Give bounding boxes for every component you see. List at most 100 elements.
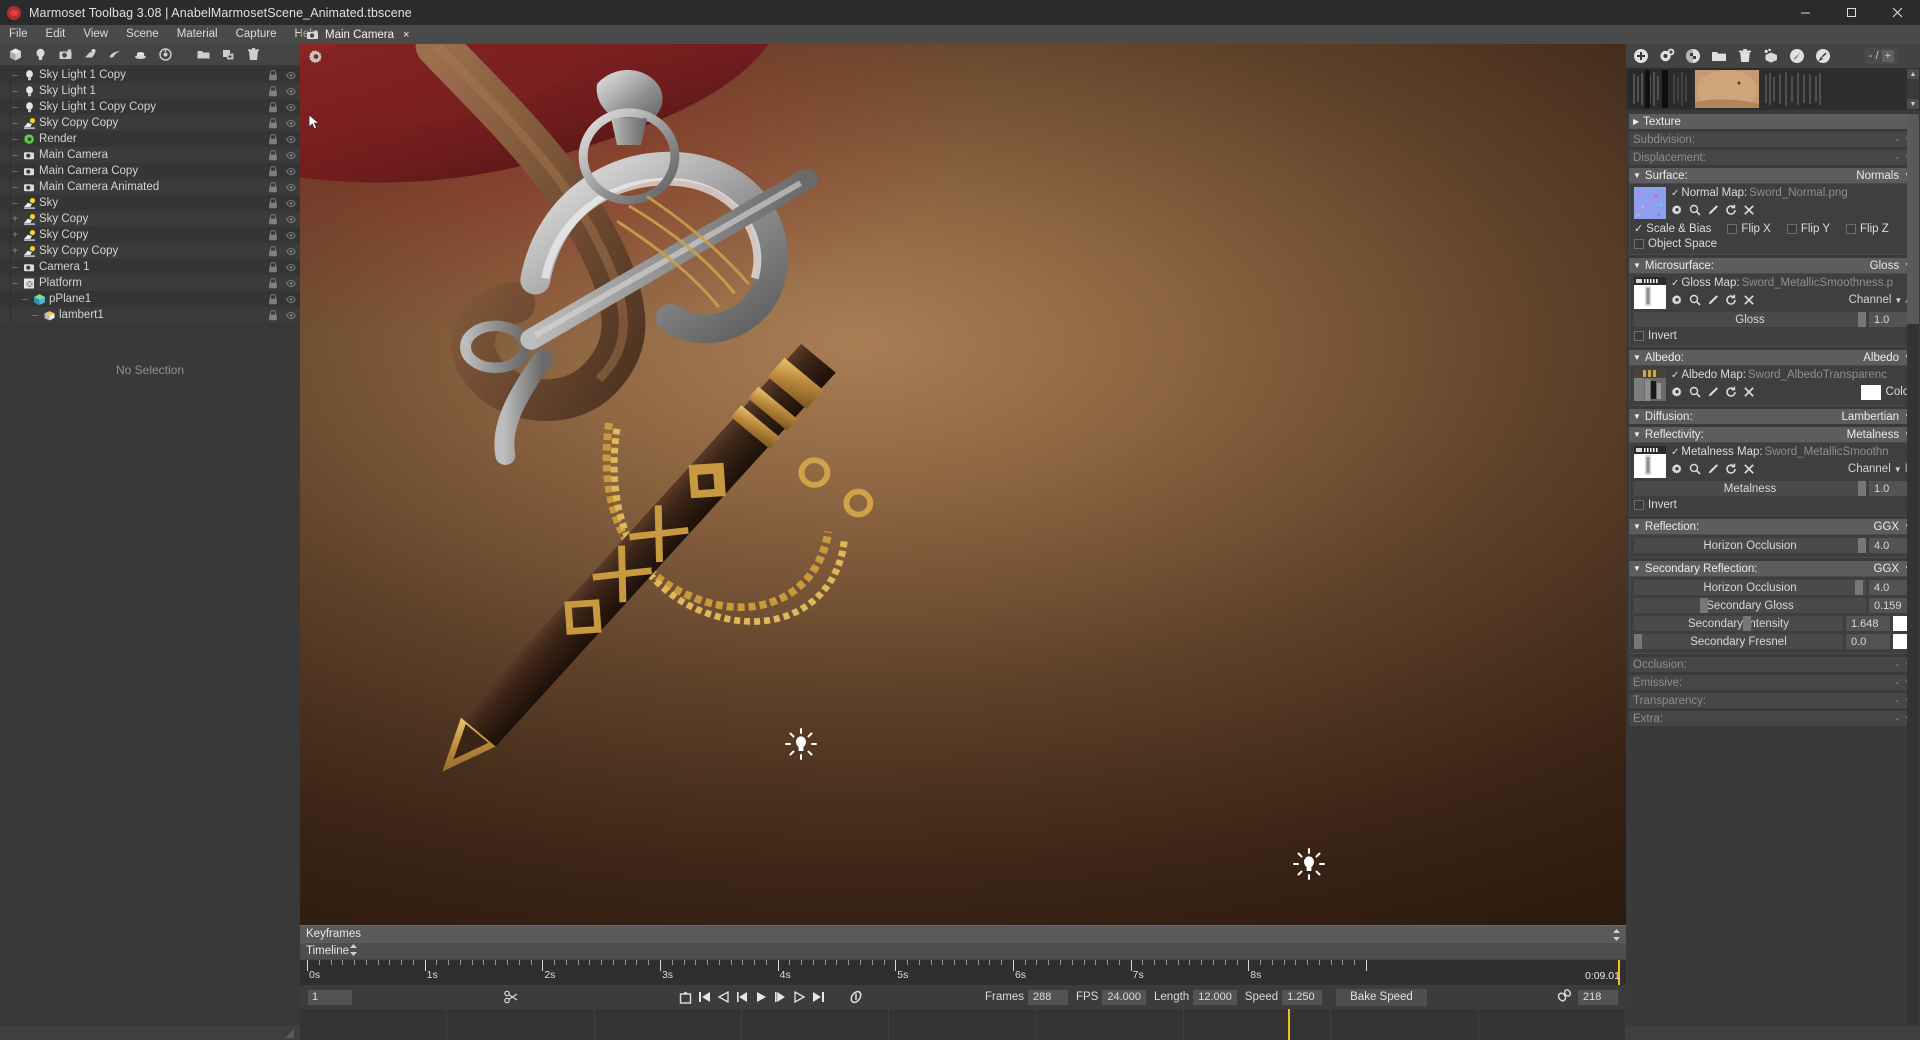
length-value[interactable]: 12.000 bbox=[1193, 989, 1237, 1005]
minimize-button[interactable] bbox=[1782, 0, 1828, 25]
refresh-icon[interactable] bbox=[1725, 294, 1737, 306]
secondary-slider-value[interactable]: 1.648 bbox=[1846, 616, 1890, 631]
close-icon[interactable] bbox=[1743, 386, 1755, 398]
track-lane[interactable] bbox=[447, 1009, 595, 1040]
secondary-slider-knob[interactable] bbox=[1855, 580, 1864, 595]
scene-tree-row[interactable]: + Sky Copy Copy bbox=[0, 243, 300, 259]
material-properties[interactable]: ▶ Texture Subdivision: - ▼ Displacem bbox=[1626, 110, 1920, 1026]
metalness-map-thumbnail[interactable] bbox=[1634, 446, 1666, 478]
next-keyframe-icon[interactable] bbox=[790, 987, 809, 1007]
scissors-icon[interactable] bbox=[502, 987, 521, 1007]
secondary-slider[interactable]: Horizon Occlusion bbox=[1634, 580, 1866, 595]
skip-to-start-icon[interactable] bbox=[695, 987, 714, 1007]
secondary-slider-knob[interactable] bbox=[1634, 634, 1643, 649]
menu-file[interactable]: File bbox=[0, 25, 37, 44]
section-header-subdivision[interactable]: Subdivision: - ▼ bbox=[1629, 132, 1918, 147]
scene-tree-row[interactable]: + Sky Copy bbox=[0, 227, 300, 243]
eye-icon[interactable] bbox=[286, 278, 296, 289]
lock-icon[interactable] bbox=[268, 309, 278, 321]
magnifier-icon[interactable] bbox=[1689, 386, 1701, 398]
menu-capture[interactable]: Capture bbox=[227, 25, 286, 44]
keyframes-header[interactable]: Keyframes bbox=[300, 925, 1626, 942]
horizon-occlusion-knob[interactable] bbox=[1858, 538, 1866, 553]
animation-tracks[interactable] bbox=[300, 1009, 1626, 1040]
lock-icon[interactable] bbox=[268, 69, 278, 81]
assign-material-icon[interactable] bbox=[1762, 48, 1779, 65]
material-thumbnail-3[interactable] bbox=[1762, 70, 1826, 108]
metalness-invert-checkbox[interactable]: Invert bbox=[1634, 499, 1677, 511]
add-render-icon[interactable] bbox=[154, 45, 177, 64]
lock-icon[interactable] bbox=[268, 197, 278, 209]
secondary-slider[interactable]: Secondary Gloss bbox=[1634, 598, 1866, 613]
material-thumbnail-2[interactable] bbox=[1695, 70, 1759, 108]
scene-tree-row[interactable]: – Sky Copy Copy bbox=[0, 115, 300, 131]
checker-icon[interactable] bbox=[1684, 48, 1701, 65]
material-strip-scrollbar[interactable]: ▲ ▼ bbox=[1907, 69, 1919, 109]
eye-icon[interactable] bbox=[286, 118, 296, 129]
material-thumbnail-strip[interactable]: ▲ ▼ bbox=[1626, 68, 1920, 110]
eye-icon[interactable] bbox=[286, 310, 296, 321]
gloss-invert-checkbox[interactable]: Invert bbox=[1634, 330, 1677, 342]
track-lane[interactable] bbox=[1331, 1009, 1479, 1040]
timeline-ruler[interactable]: 0s 1s 2s 3s 4s 5s 6s 7s 8s 0:09.01 bbox=[300, 959, 1626, 985]
eye-icon[interactable] bbox=[286, 198, 296, 209]
albedo-color-swatch[interactable] bbox=[1860, 384, 1881, 400]
eye-icon[interactable] bbox=[286, 70, 296, 81]
track-lane[interactable] bbox=[742, 1009, 890, 1040]
lock-icon[interactable] bbox=[268, 165, 278, 177]
magnifier-icon[interactable] bbox=[1689, 294, 1701, 306]
timeline-expand-icon[interactable] bbox=[349, 943, 358, 960]
viewport-settings-gear-icon[interactable] bbox=[308, 49, 324, 65]
metalness-slider-knob[interactable] bbox=[1858, 481, 1866, 496]
add-camera-icon[interactable] bbox=[54, 45, 77, 64]
secondary-slider-knob[interactable] bbox=[1699, 598, 1708, 613]
material-counter-plus[interactable]: + bbox=[1881, 50, 1894, 62]
lock-icon[interactable] bbox=[268, 245, 278, 257]
metalness-channel-selector[interactable]: Channel ▼ R bbox=[1848, 463, 1913, 475]
scene-tree-row[interactable]: – Sky Light 1 Copy bbox=[0, 67, 300, 83]
scrollbar-thumb[interactable] bbox=[1907, 114, 1919, 324]
material-thumbnail-1[interactable] bbox=[1628, 70, 1692, 108]
pencil-icon[interactable] bbox=[1707, 386, 1719, 398]
current-frame-input[interactable] bbox=[308, 989, 352, 1005]
section-header-reflectivity[interactable]: ▼ Reflectivity: Metalness ▼ bbox=[1629, 427, 1918, 442]
section-header-secondary-reflection[interactable]: ▼ Secondary Reflection: GGX ▼ bbox=[1629, 561, 1918, 576]
lock-icon[interactable] bbox=[268, 117, 278, 129]
gear-icon[interactable] bbox=[1671, 386, 1683, 398]
pencil-icon[interactable] bbox=[1707, 294, 1719, 306]
link-icon[interactable] bbox=[1557, 989, 1572, 1005]
track-lane[interactable] bbox=[300, 1009, 448, 1040]
lock-icon[interactable] bbox=[268, 229, 278, 241]
add-sky-icon[interactable] bbox=[79, 45, 102, 64]
close-button[interactable] bbox=[1874, 0, 1920, 25]
play-icon[interactable] bbox=[752, 987, 771, 1007]
section-header-texture[interactable]: ▶ Texture bbox=[1629, 114, 1918, 129]
section-header-microsurface[interactable]: ▼ Microsurface: Gloss ▼ bbox=[1629, 258, 1918, 273]
trash-icon[interactable] bbox=[1736, 48, 1753, 65]
lock-icon[interactable] bbox=[268, 133, 278, 145]
lock-icon[interactable] bbox=[268, 277, 278, 289]
track-lane[interactable] bbox=[595, 1009, 742, 1040]
lock-icon[interactable] bbox=[268, 181, 278, 193]
gear-icon[interactable] bbox=[1671, 204, 1683, 216]
pencil-icon[interactable] bbox=[1707, 204, 1719, 216]
gear-icon[interactable] bbox=[1671, 294, 1683, 306]
scene-tree-row[interactable]: – lambert1 bbox=[0, 307, 300, 323]
refresh-icon[interactable] bbox=[1725, 463, 1737, 475]
scene-tree-row[interactable]: – Sky bbox=[0, 195, 300, 211]
secondary-slider[interactable]: Secondary Intensity bbox=[1634, 616, 1843, 631]
eye-icon[interactable] bbox=[286, 150, 296, 161]
eye-icon[interactable] bbox=[286, 230, 296, 241]
eye-icon[interactable] bbox=[286, 214, 296, 225]
section-header-displacement[interactable]: Displacement: - ▼ bbox=[1629, 150, 1918, 165]
eye-icon[interactable] bbox=[286, 246, 296, 257]
secondary-slider-value[interactable]: 0.0 bbox=[1846, 634, 1890, 649]
object-space-checkbox[interactable]: Object Space bbox=[1634, 238, 1717, 250]
gloss-channel-selector[interactable]: Channel ▼ A bbox=[1849, 294, 1913, 306]
scroll-down-icon[interactable]: ▼ bbox=[1907, 99, 1919, 109]
scale-bias-checkbox[interactable]: ✓ Scale & Bias bbox=[1634, 222, 1711, 236]
viewport-3d[interactable] bbox=[300, 44, 1626, 925]
trash-icon[interactable] bbox=[242, 45, 265, 64]
normal-map-checkbox[interactable]: ✓ bbox=[1671, 188, 1679, 199]
light-gizmo-2[interactable] bbox=[1292, 847, 1326, 881]
